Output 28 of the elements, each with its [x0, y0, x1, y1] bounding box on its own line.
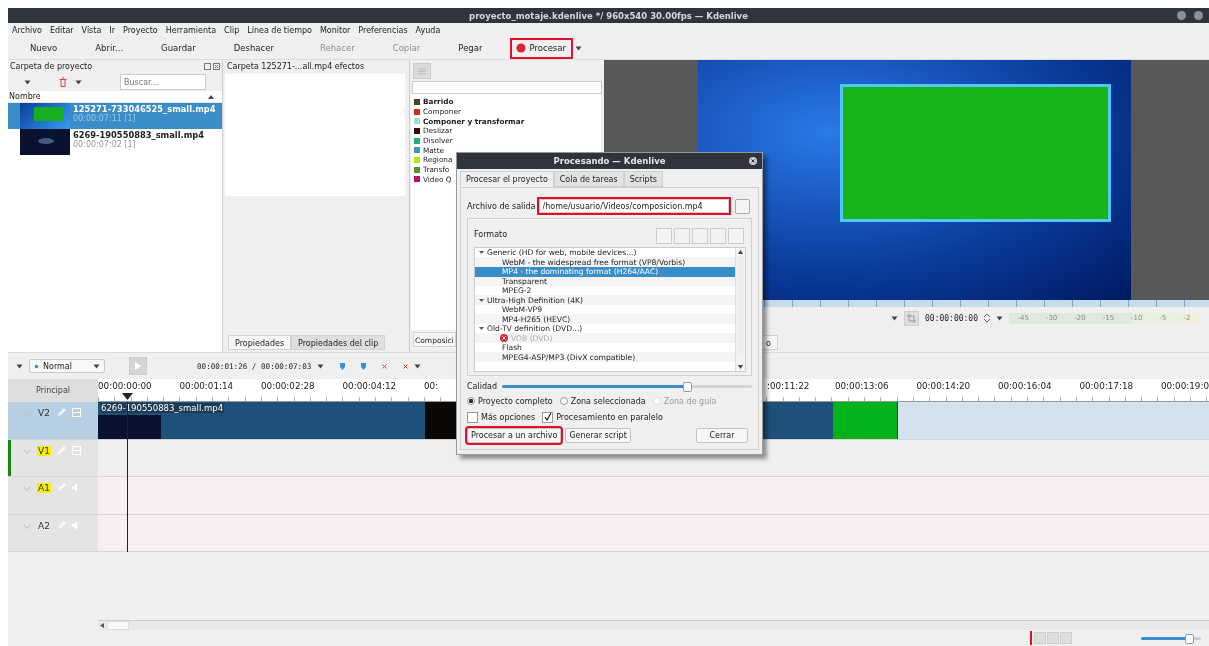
ruler-label: 00:00:02:28 [261, 381, 315, 392]
clip-duration: 00:00:07:11 [1] [73, 114, 136, 123]
timeline-label: Principal [8, 379, 98, 402]
group-label: Formato [474, 229, 508, 239]
track-name: V2 [37, 408, 51, 418]
clip-duration: 00:00:07:02 [1] [73, 140, 136, 149]
clip-name: 125271-733046525_small.mp4 [73, 104, 216, 114]
ruler-label: 00:00:01:14 [179, 381, 234, 392]
ruler-label: 00:00:00:00 [98, 381, 152, 392]
ruler-label: 00: [424, 381, 439, 392]
dialog-title: Procesando — Kdenlive [553, 156, 666, 166]
clip-name: 6269-190550883_small.mp4 [73, 130, 205, 140]
field-label: Calidad [467, 381, 497, 391]
ruler-label: 00:00:17:18 [1079, 381, 1134, 392]
ruler-label: 00:00:14:20 [916, 381, 971, 392]
window-title: proyecto_motaje.kdenlive */ 960x540 30.00fps — Kdenlive [469, 10, 748, 21]
clip-name: 6269-190550883_small.mp4 [100, 403, 225, 413]
ruler-label: 00:00:16:04 [997, 381, 1052, 392]
ruler-label: 00:00:13:06 [834, 381, 889, 392]
track-name: V1 [37, 445, 51, 456]
ruler-label: 00:00:19:0 [1160, 381, 1209, 392]
panel-title: Carpeta 125271-...all.mp4 efectos [226, 61, 366, 73]
panel-title: Carpeta de proyecto [10, 62, 93, 71]
ruler-label: :00:11:22 [766, 381, 810, 392]
ruler-label: 00:00:04:12 [342, 381, 397, 392]
track-name: A2 [37, 520, 51, 531]
field-label: Archivo de salida [467, 201, 536, 211]
track-name: A1 [37, 483, 51, 493]
